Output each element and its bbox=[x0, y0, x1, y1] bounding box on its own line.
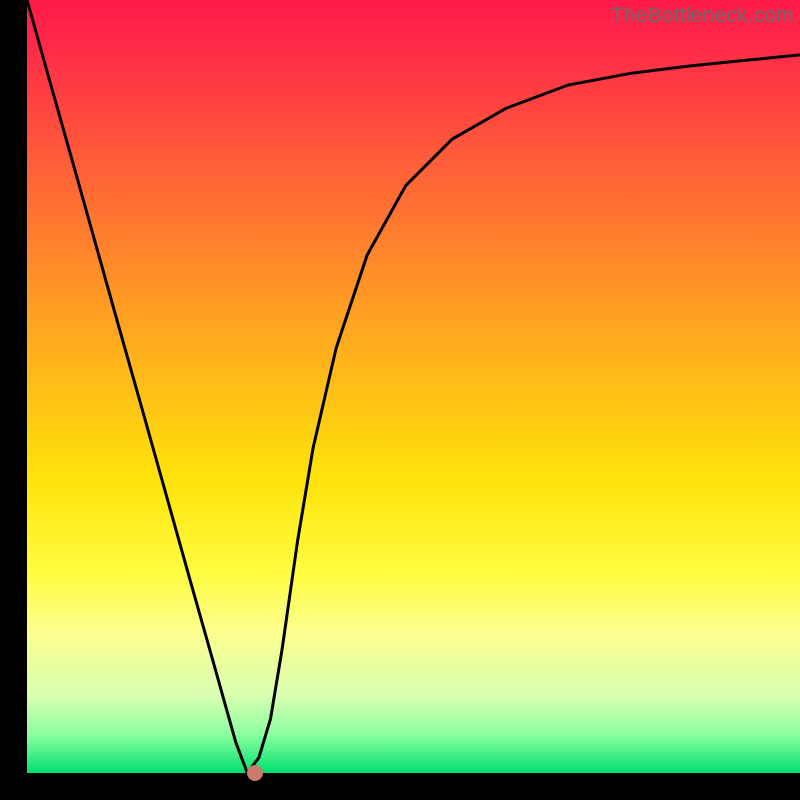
plot-frame: TheBottleneck.com bbox=[27, 0, 800, 773]
minimum-marker bbox=[247, 765, 263, 781]
plot-gradient-background bbox=[27, 0, 800, 773]
